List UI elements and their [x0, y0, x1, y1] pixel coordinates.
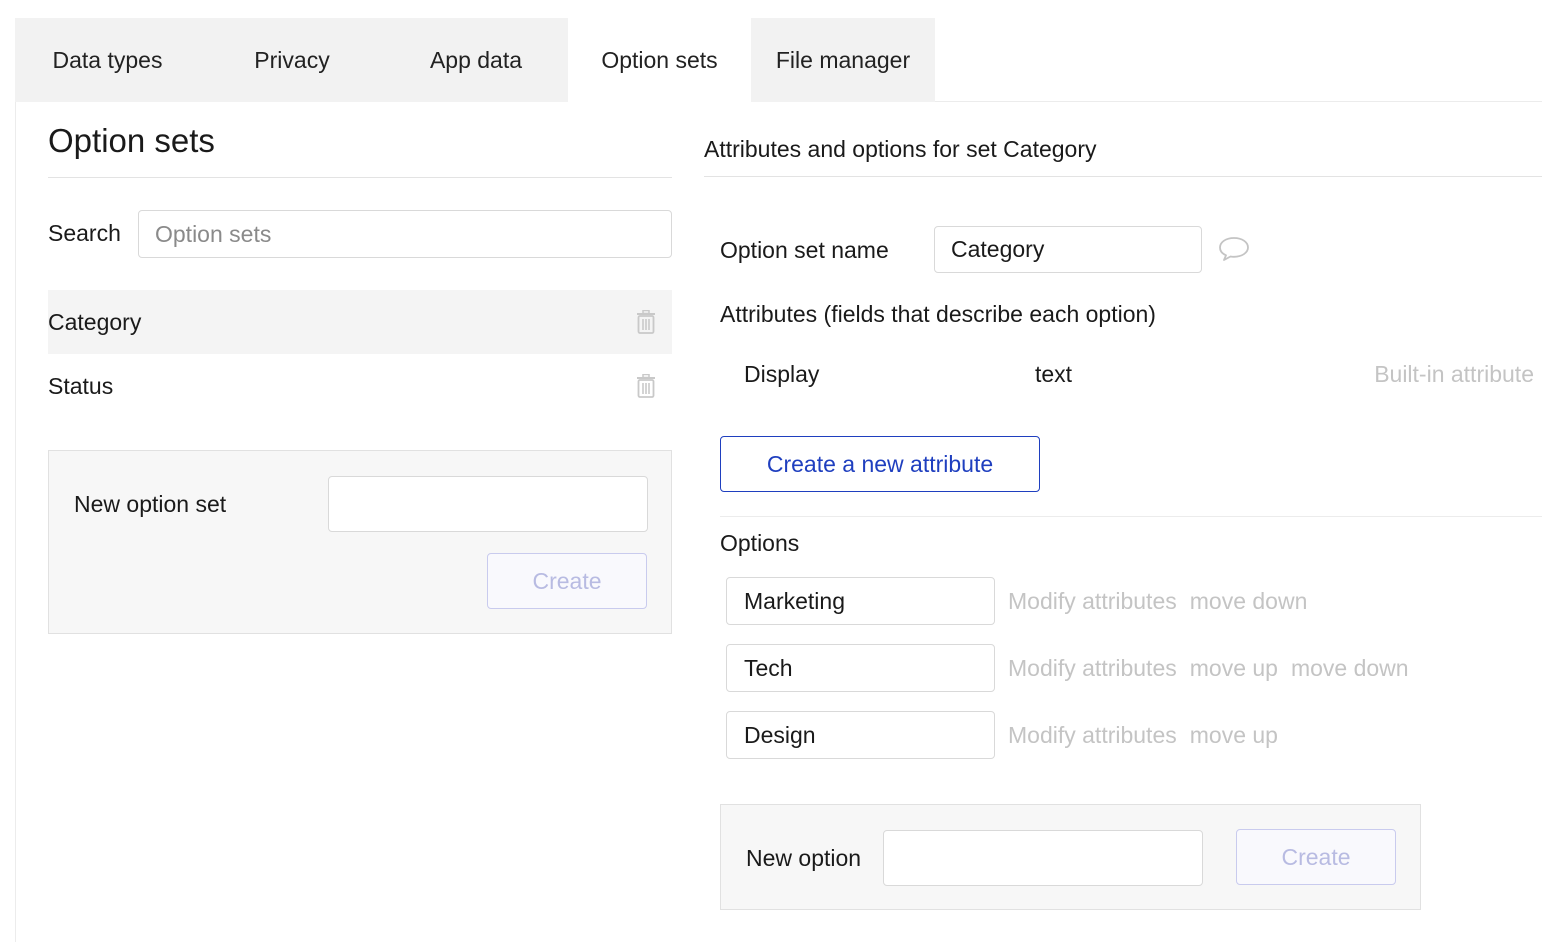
options-heading: Options	[720, 530, 800, 556]
trash-icon[interactable]	[636, 374, 656, 398]
modify-attributes-link[interactable]: Modify attributes	[1008, 655, 1177, 682]
new-option-panel: New option Create	[720, 804, 1421, 910]
move-down-link[interactable]: move down	[1190, 588, 1308, 615]
option-value-input[interactable]	[726, 644, 995, 692]
tab-app-data[interactable]: App data	[384, 18, 568, 102]
tab-divider	[935, 101, 1542, 102]
tab-data-types[interactable]: Data types	[15, 18, 200, 102]
option-row: Modify attributes move down	[726, 577, 1307, 625]
create-attribute-button[interactable]: Create a new attribute	[720, 436, 1040, 492]
tab-label: App data	[429, 46, 523, 73]
tab-label: File manager	[775, 46, 911, 73]
create-option-set-button[interactable]: Create	[487, 553, 647, 609]
option-set-name-label: Option set name	[720, 237, 889, 263]
search-label: Search	[48, 220, 121, 246]
tab-file-manager[interactable]: File manager	[751, 18, 935, 102]
attribute-name: Display	[744, 361, 820, 387]
divider	[48, 177, 672, 178]
option-set-item-category[interactable]: Category	[48, 290, 672, 354]
speech-bubble-icon[interactable]	[1218, 236, 1250, 262]
new-option-input[interactable]	[883, 830, 1203, 886]
divider	[704, 176, 1542, 177]
tab-bar: Data types Privacy App data Option sets …	[15, 18, 935, 102]
move-down-link[interactable]: move down	[1291, 655, 1409, 682]
option-set-name: Status	[48, 372, 114, 399]
tab-label: Option sets	[601, 46, 718, 73]
option-set-name-field[interactable]	[934, 226, 1202, 273]
option-row: Modify attributes move up move down	[726, 644, 1409, 692]
new-option-set-label: New option set	[74, 491, 227, 517]
new-option-set-panel: New option set Create	[48, 450, 672, 634]
section-title: Attributes and options for set Category	[704, 136, 1097, 162]
attributes-heading: Attributes (fields that describe each op…	[720, 301, 1156, 327]
trash-icon[interactable]	[636, 310, 656, 334]
page-title: Option sets	[48, 122, 215, 159]
divider	[720, 516, 1542, 517]
search-input[interactable]	[138, 210, 672, 258]
move-up-link[interactable]: move up	[1190, 722, 1278, 749]
move-up-link[interactable]: move up	[1190, 655, 1278, 682]
new-option-set-input[interactable]	[328, 476, 648, 532]
option-set-name: Category	[48, 308, 142, 335]
option-value-input[interactable]	[726, 711, 995, 759]
option-row: Modify attributes move up	[726, 711, 1278, 759]
built-in-attribute-note: Built-in attribute	[1374, 361, 1534, 387]
option-set-item-status[interactable]: Status	[48, 354, 672, 418]
create-option-button[interactable]: Create	[1236, 829, 1396, 885]
new-option-label: New option	[746, 845, 862, 871]
option-value-input[interactable]	[726, 577, 995, 625]
modify-attributes-link[interactable]: Modify attributes	[1008, 588, 1177, 615]
modify-attributes-link[interactable]: Modify attributes	[1008, 722, 1177, 749]
tab-option-sets[interactable]: Option sets	[568, 18, 751, 102]
attribute-type: text	[1035, 361, 1073, 387]
tab-label: Privacy	[254, 46, 330, 73]
tab-privacy[interactable]: Privacy	[200, 18, 384, 102]
tab-label: Data types	[52, 46, 163, 73]
